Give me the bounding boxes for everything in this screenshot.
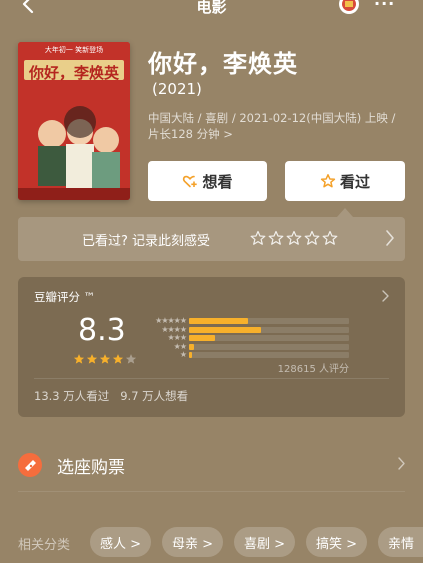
score-star-icon [112,354,124,364]
score-stars [73,353,137,365]
distribution-stars: ★★★★★ [155,316,187,325]
distribution-bar [189,326,261,333]
rate-stars[interactable] [250,230,338,246]
chevron-right-icon [398,457,405,470]
movie-meta[interactable]: 中国大陆 / 喜剧 / 2021-02-12(中国大陆) 上映 / 片长128 … [148,110,396,142]
ticket-icon [18,453,42,477]
more-menu-icon[interactable]: ··· [374,0,395,13]
rate-star-icon[interactable] [304,230,320,246]
rate-star-icon[interactable] [322,230,338,246]
tag-chip[interactable]: 母亲 > [162,527,223,557]
distribution-row: ★★ [144,342,364,351]
divider [18,491,405,492]
seen-pointer [337,208,353,217]
distribution-bar [189,335,215,341]
score-star-icon [99,354,111,364]
rating-count: 128615 人评分 [277,364,349,375]
distribution-stars: ★ [179,350,187,359]
distribution-stars: ★★★ [167,333,186,342]
top-nav: 电影 ··· [0,0,423,20]
tag-chip[interactable]: 喜剧 > [234,527,295,557]
rate-star-icon[interactable] [268,230,284,246]
score-star-icon [86,354,98,364]
tag-chip[interactable]: 感人 > [90,527,151,557]
tag-chip[interactable]: 亲情 [378,527,423,557]
distribution-track [189,326,349,333]
distribution-row: ★★★ [144,334,364,342]
poster-title: 你好，李焕英 [28,64,119,82]
seen-label: 看过 [339,172,370,191]
buy-ticket-link[interactable]: 选座购票 [57,453,125,478]
distribution-track [189,318,349,324]
distribution-track [189,335,349,341]
rating-label: 豆瓣评分 ™ [34,290,96,304]
poster-tagline: 大年初一 笑新登场 [44,46,104,54]
record-feeling-text: 已看过? 记录此刻感受 [82,234,211,249]
distribution-bar [189,318,249,324]
want-to-watch-button[interactable]: 想看 [148,161,267,201]
chevron-right-icon [386,230,394,246]
movie-year: (2021) [152,80,202,98]
rating-score: 8.3 [78,313,126,348]
record-feeling-row[interactable]: 已看过? 记录此刻感受 [18,217,405,261]
rate-star-icon[interactable] [286,230,302,246]
distribution-track [189,343,349,350]
rate-star-icon[interactable] [250,230,266,246]
douban-badge-icon[interactable] [337,0,361,14]
watched-stats: 13.3 万人看过 9.7 万人想看 [34,389,189,403]
heart-plus-icon [183,175,198,188]
distribution-bar [189,343,194,350]
chevron-right-icon [382,290,389,302]
score-star-icon [125,354,137,364]
distribution-row: ★★★★★ [144,317,364,325]
movie-title: 你好，李焕英 [148,50,298,78]
tags-label: 相关分类 [18,538,71,553]
divider [34,378,389,379]
distribution-track [189,352,349,358]
want-label: 想看 [202,172,233,191]
tag-chip[interactable]: 搞笑 > [306,527,367,557]
distribution-bar [189,352,193,358]
seen-button[interactable]: 看过 [285,161,405,201]
distribution-row: ★ [144,351,364,359]
score-star-icon [73,354,85,364]
star-outline-icon [320,174,336,188]
rating-card[interactable]: 豆瓣评分 ™ 8.3 ★★★★★ ★★★★ ★★★ ★★ ★ 128615 人评分 13… [18,277,405,417]
